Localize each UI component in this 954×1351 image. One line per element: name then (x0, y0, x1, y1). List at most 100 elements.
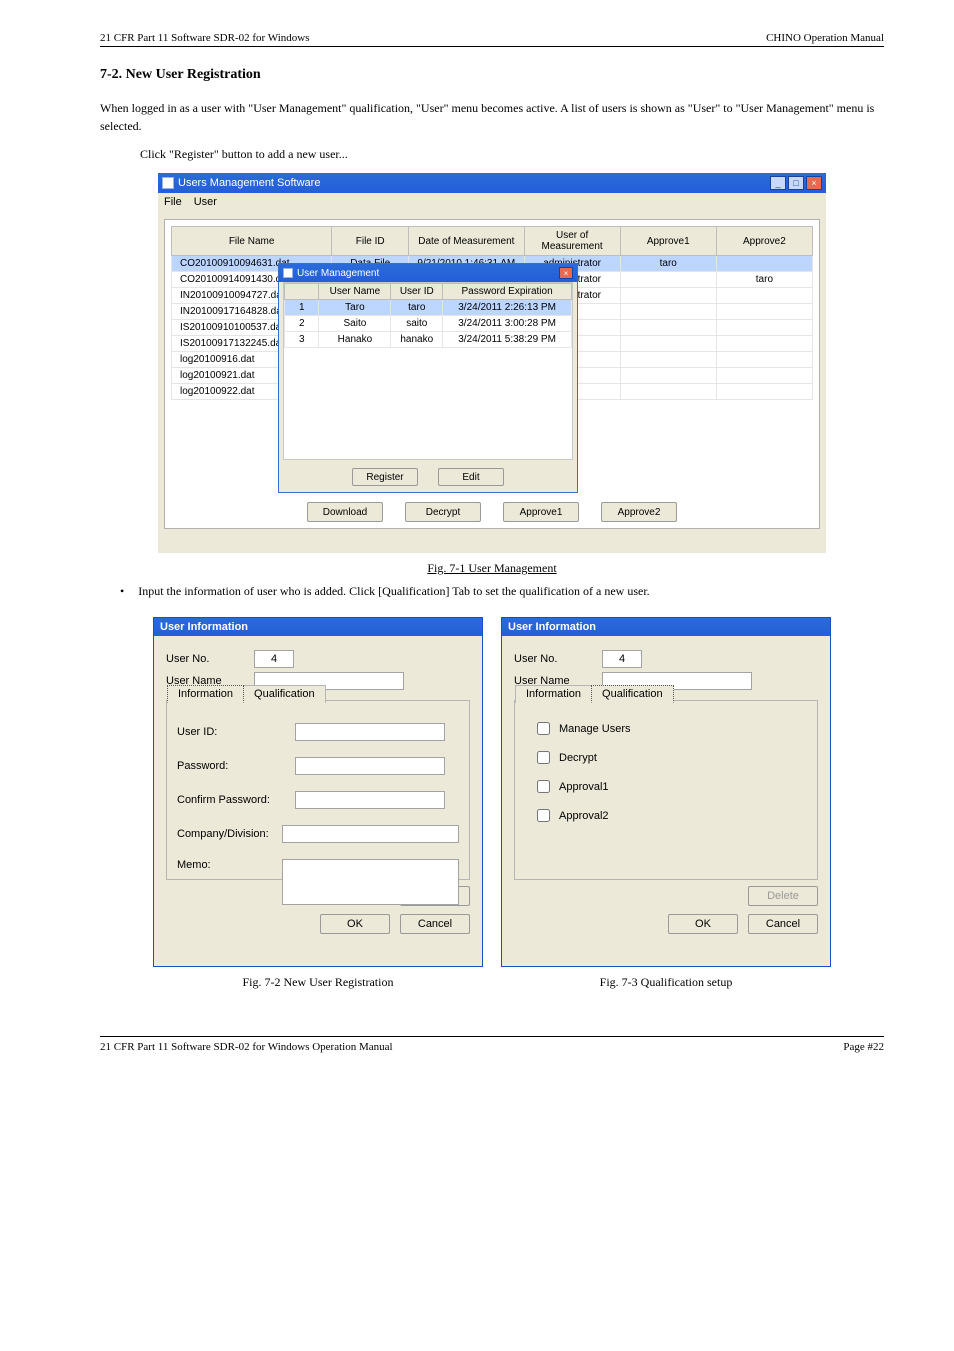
um-col-0[interactable] (285, 284, 319, 300)
download-button[interactable]: Download (307, 502, 383, 522)
file-cell (620, 272, 716, 288)
menu-user[interactable]: User (194, 196, 217, 208)
qual-decrypt-label: Decrypt (559, 752, 597, 764)
userid-input[interactable] (295, 723, 445, 741)
table-row[interactable]: 3Hanakohanako3/24/2011 5:38:29 PM (285, 332, 572, 348)
bullet-text: Input the information of user who is add… (138, 584, 649, 599)
chk-manage-users[interactable] (537, 722, 550, 735)
file-table-col-0[interactable]: File Name (172, 227, 332, 256)
figC-caption: Fig. 7-3 Qualification setup (501, 975, 831, 990)
close-icon[interactable]: × (806, 176, 822, 190)
qual-approval2-label: Approval2 (559, 810, 609, 822)
um-col-2[interactable]: User ID (391, 284, 443, 300)
shotA-title: Users Management Software (178, 177, 320, 189)
info-fields: User ID: Password: Confirm Password: Com… (177, 719, 459, 909)
um-cell: 3/24/2011 5:38:29 PM (443, 332, 572, 348)
um-cell: 3 (285, 332, 319, 348)
edit-button[interactable]: Edit (438, 468, 504, 486)
ok-button-right[interactable]: OK (668, 914, 738, 934)
password-input[interactable] (295, 757, 445, 775)
userno-input (254, 650, 294, 668)
userinfo-right-wrap: User Information User No. User Name Info… (501, 617, 831, 1008)
company-input[interactable] (282, 825, 459, 843)
file-cell (716, 384, 812, 400)
app-icon (162, 177, 174, 189)
register-button[interactable]: Register (352, 468, 418, 486)
chk-approval2[interactable] (537, 809, 550, 822)
um-cell: Taro (319, 300, 391, 316)
section-heading: 7-2. New User Registration (100, 67, 884, 83)
approve1-button[interactable]: Approve1 (503, 502, 579, 522)
bullet-row: • Input the information of user who is a… (120, 584, 884, 599)
um-close-icon[interactable]: × (559, 267, 573, 279)
company-label: Company/Division: (177, 828, 274, 840)
file-cell: taro (620, 256, 716, 272)
footer-left: 21 CFR Part 11 Software SDR-02 for Windo… (100, 1041, 393, 1053)
um-table-header-row: User NameUser IDPassword Expiration (285, 284, 572, 300)
file-table-col-2[interactable]: Date of Measurement (409, 227, 524, 256)
tabs-qual: Information Qualification Manage Users D… (514, 700, 818, 880)
figB-caption: Fig. 7-2 New User Registration (153, 975, 483, 990)
chk-decrypt[interactable] (537, 751, 550, 764)
tab-information[interactable]: Information (167, 685, 244, 703)
confirm-password-input[interactable] (295, 791, 445, 809)
userno-input-r (602, 650, 642, 668)
chk-approval1[interactable] (537, 780, 550, 793)
file-cell (716, 368, 812, 384)
file-table-col-1[interactable]: File ID (332, 227, 409, 256)
approve2-button[interactable]: Approve2 (601, 502, 677, 522)
um-col-1[interactable]: User Name (319, 284, 391, 300)
cancel-button-left[interactable]: Cancel (400, 914, 470, 934)
file-cell (716, 288, 812, 304)
delete-button-right: Delete (748, 886, 818, 906)
um-table: User NameUser IDPassword Expiration 1Tar… (284, 283, 572, 348)
um-buttons: Register Edit (279, 468, 577, 486)
qual-list: Manage Users Decrypt Approval1 Approval2 (525, 719, 807, 825)
file-cell (620, 288, 716, 304)
qual-decrypt[interactable]: Decrypt (533, 748, 807, 767)
qual-approval1[interactable]: Approval1 (533, 777, 807, 796)
userinfo-left-wrap: User Information User No. User Name Info… (153, 617, 483, 1008)
um-app-icon (283, 268, 293, 278)
page-header: 21 CFR Part 11 Software SDR-02 for Windo… (100, 32, 884, 47)
bullet-dot: • (120, 584, 124, 599)
userno-label-r: User No. (514, 653, 594, 665)
maximize-icon[interactable]: □ (788, 176, 804, 190)
um-titlebar: User Management × (279, 264, 577, 282)
header-right: CHINO Operation Manual (766, 32, 884, 44)
memo-input[interactable] (282, 859, 459, 905)
decrypt-button[interactable]: Decrypt (405, 502, 481, 522)
page-footer: 21 CFR Part 11 Software SDR-02 for Windo… (100, 1036, 884, 1053)
file-cell (716, 336, 812, 352)
um-col-3[interactable]: Password Expiration (443, 284, 572, 300)
userinfo-title-right: User Information (502, 618, 830, 636)
file-table-col-3[interactable]: User of Measurement (524, 227, 620, 256)
user-management-dialog: User Management × User NameUser IDPasswo… (278, 263, 578, 493)
um-cell: 2 (285, 316, 319, 332)
file-cell (620, 304, 716, 320)
table-row[interactable]: 1Tarotaro3/24/2011 2:26:13 PM (285, 300, 572, 316)
qual-manage-users[interactable]: Manage Users (533, 719, 807, 738)
cancel-button-right[interactable]: Cancel (748, 914, 818, 934)
ok-button-left[interactable]: OK (320, 914, 390, 934)
file-cell (620, 336, 716, 352)
file-cell (716, 320, 812, 336)
qual-approval2[interactable]: Approval2 (533, 806, 807, 825)
um-cell: hanako (391, 332, 443, 348)
minimize-icon[interactable]: _ (770, 176, 786, 190)
tab-qualification[interactable]: Qualification (243, 685, 326, 703)
table-row[interactable]: 2Saitosaito3/24/2011 3:00:28 PM (285, 316, 572, 332)
paragraph-2: Click "Register" button to add a new use… (140, 145, 884, 163)
userid-label: User ID: (177, 726, 287, 738)
footer-right: Page #22 (843, 1041, 884, 1053)
file-table-col-4[interactable]: Approve1 (620, 227, 716, 256)
confirm-label: Confirm Password: (177, 794, 287, 806)
file-table-col-5[interactable]: Approve2 (716, 227, 812, 256)
um-cell: Saito (319, 316, 391, 332)
um-title: User Management (297, 268, 379, 279)
tab-information-r[interactable]: Information (515, 685, 592, 703)
menu-file[interactable]: File (164, 196, 182, 208)
tab-qualification-r[interactable]: Qualification (591, 685, 674, 703)
dual-screenshots: User Information User No. User Name Info… (100, 617, 884, 1008)
um-cell: 3/24/2011 3:00:28 PM (443, 316, 572, 332)
